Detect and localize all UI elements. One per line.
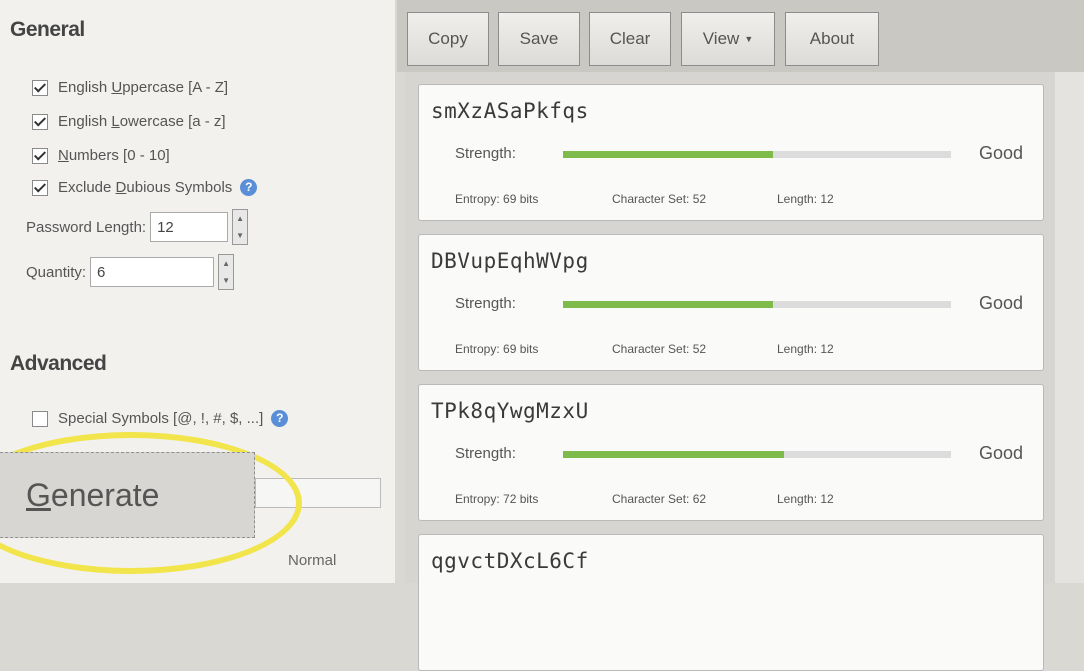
option-lowercase[interactable]: English Lowercase [a - z] xyxy=(32,113,226,130)
strength-bar-fill xyxy=(563,151,773,158)
password-text[interactable]: smXzASaPkfqs xyxy=(431,99,589,123)
dropdown-arrow-icon: ▼ xyxy=(744,34,754,44)
uppercase-checkbox[interactable] xyxy=(32,79,48,96)
save-button[interactable]: Save xyxy=(498,12,580,66)
password-card[interactable]: DBVupEqhWVpg Strength: Good Entropy: 69 … xyxy=(418,234,1044,371)
strength-label: Strength: xyxy=(455,445,516,462)
quantity-spinner[interactable]: ▲ ▼ xyxy=(218,254,235,290)
charset-text: Character Set: 52 xyxy=(612,342,707,356)
password-length-row: Password Length: 12 ▲ ▼ xyxy=(26,209,249,245)
strength-bar xyxy=(563,151,951,158)
password-length-spinner[interactable]: ▲ ▼ xyxy=(232,209,249,245)
strength-bar-fill xyxy=(563,301,773,308)
charset-text: Character Set: 62 xyxy=(612,492,707,506)
length-text: Length: 12 xyxy=(777,342,834,356)
strength-bar-fill xyxy=(563,451,785,458)
strength-bar xyxy=(563,451,951,458)
length-text: Length: 12 xyxy=(777,192,834,206)
entropy-text: Entropy: 72 bits xyxy=(455,492,539,506)
special-symbols-label: Special Symbols [@, !, #, $, ...] xyxy=(58,410,264,427)
strength-label: Strength: xyxy=(455,295,516,312)
option-numbers[interactable]: Numbers [0 - 10] xyxy=(32,147,170,164)
quantity-label: Quantity: xyxy=(26,263,87,281)
spin-up-icon: ▲ xyxy=(236,214,245,223)
charset-text: Character Set: 52 xyxy=(612,192,707,206)
password-length-input[interactable]: 12 xyxy=(150,212,229,242)
password-text[interactable]: qgvctDXcL6Cf xyxy=(431,549,589,573)
strength-label: Strength: xyxy=(455,145,516,162)
numbers-checkbox[interactable] xyxy=(32,147,48,164)
strength-value: Good xyxy=(979,143,1024,163)
view-button[interactable]: View ▼ xyxy=(681,12,775,66)
password-card[interactable]: qgvctDXcL6Cf xyxy=(418,534,1044,671)
option-uppercase[interactable]: English Uppercase [A - Z] xyxy=(32,79,228,96)
strength-value: Good xyxy=(979,293,1024,313)
lowercase-checkbox[interactable] xyxy=(32,113,48,130)
entropy-text: Entropy: 69 bits xyxy=(455,342,539,356)
special-symbols-checkbox[interactable] xyxy=(32,410,48,427)
quantity-row: Quantity: 6 ▲ ▼ xyxy=(26,254,235,290)
quantity-input[interactable]: 6 xyxy=(90,257,215,287)
spin-down-icon: ▼ xyxy=(236,231,245,240)
normal-label: Normal xyxy=(288,552,337,569)
results-list: smXzASaPkfqs Strength: Good Entropy: 69 … xyxy=(405,72,1055,671)
password-card[interactable]: smXzASaPkfqs Strength: Good Entropy: 69 … xyxy=(418,84,1044,221)
entropy-text: Entropy: 69 bits xyxy=(455,192,539,206)
help-icon[interactable]: ? xyxy=(271,410,289,427)
spin-up-icon: ▲ xyxy=(222,259,230,268)
option-special-symbols[interactable]: Special Symbols [@, !, #, $, ...] ? xyxy=(32,410,289,427)
spin-down-icon: ▼ xyxy=(222,276,230,285)
password-text[interactable]: DBVupEqhWVpg xyxy=(431,249,589,273)
advanced-section-title: Advanced xyxy=(10,352,107,375)
password-length-label: Password Length: xyxy=(26,218,147,236)
password-text[interactable]: TPk8qYwgMzxU xyxy=(431,399,589,423)
clear-button[interactable]: Clear xyxy=(589,12,671,66)
copy-button[interactable]: Copy xyxy=(407,12,489,66)
exclude-dubious-checkbox[interactable] xyxy=(32,179,48,196)
password-card[interactable]: TPk8qYwgMzxU Strength: Good Entropy: 72 … xyxy=(418,384,1044,521)
options-panel: General English Uppercase [A - Z] Englis… xyxy=(0,0,395,583)
option-exclude-dubious[interactable]: Exclude Dubious Symbols ? xyxy=(32,179,258,196)
toolbar: Copy Save Clear View ▼ About xyxy=(397,0,1084,72)
generate-button[interactable]: Generate xyxy=(0,452,255,538)
strength-value: Good xyxy=(979,443,1024,463)
length-text: Length: 12 xyxy=(777,492,834,506)
general-section-title: General xyxy=(10,18,85,41)
scrollbar[interactable] xyxy=(1055,72,1084,583)
help-icon[interactable]: ? xyxy=(240,179,258,196)
strength-bar xyxy=(563,301,951,308)
about-button[interactable]: About xyxy=(785,12,879,66)
